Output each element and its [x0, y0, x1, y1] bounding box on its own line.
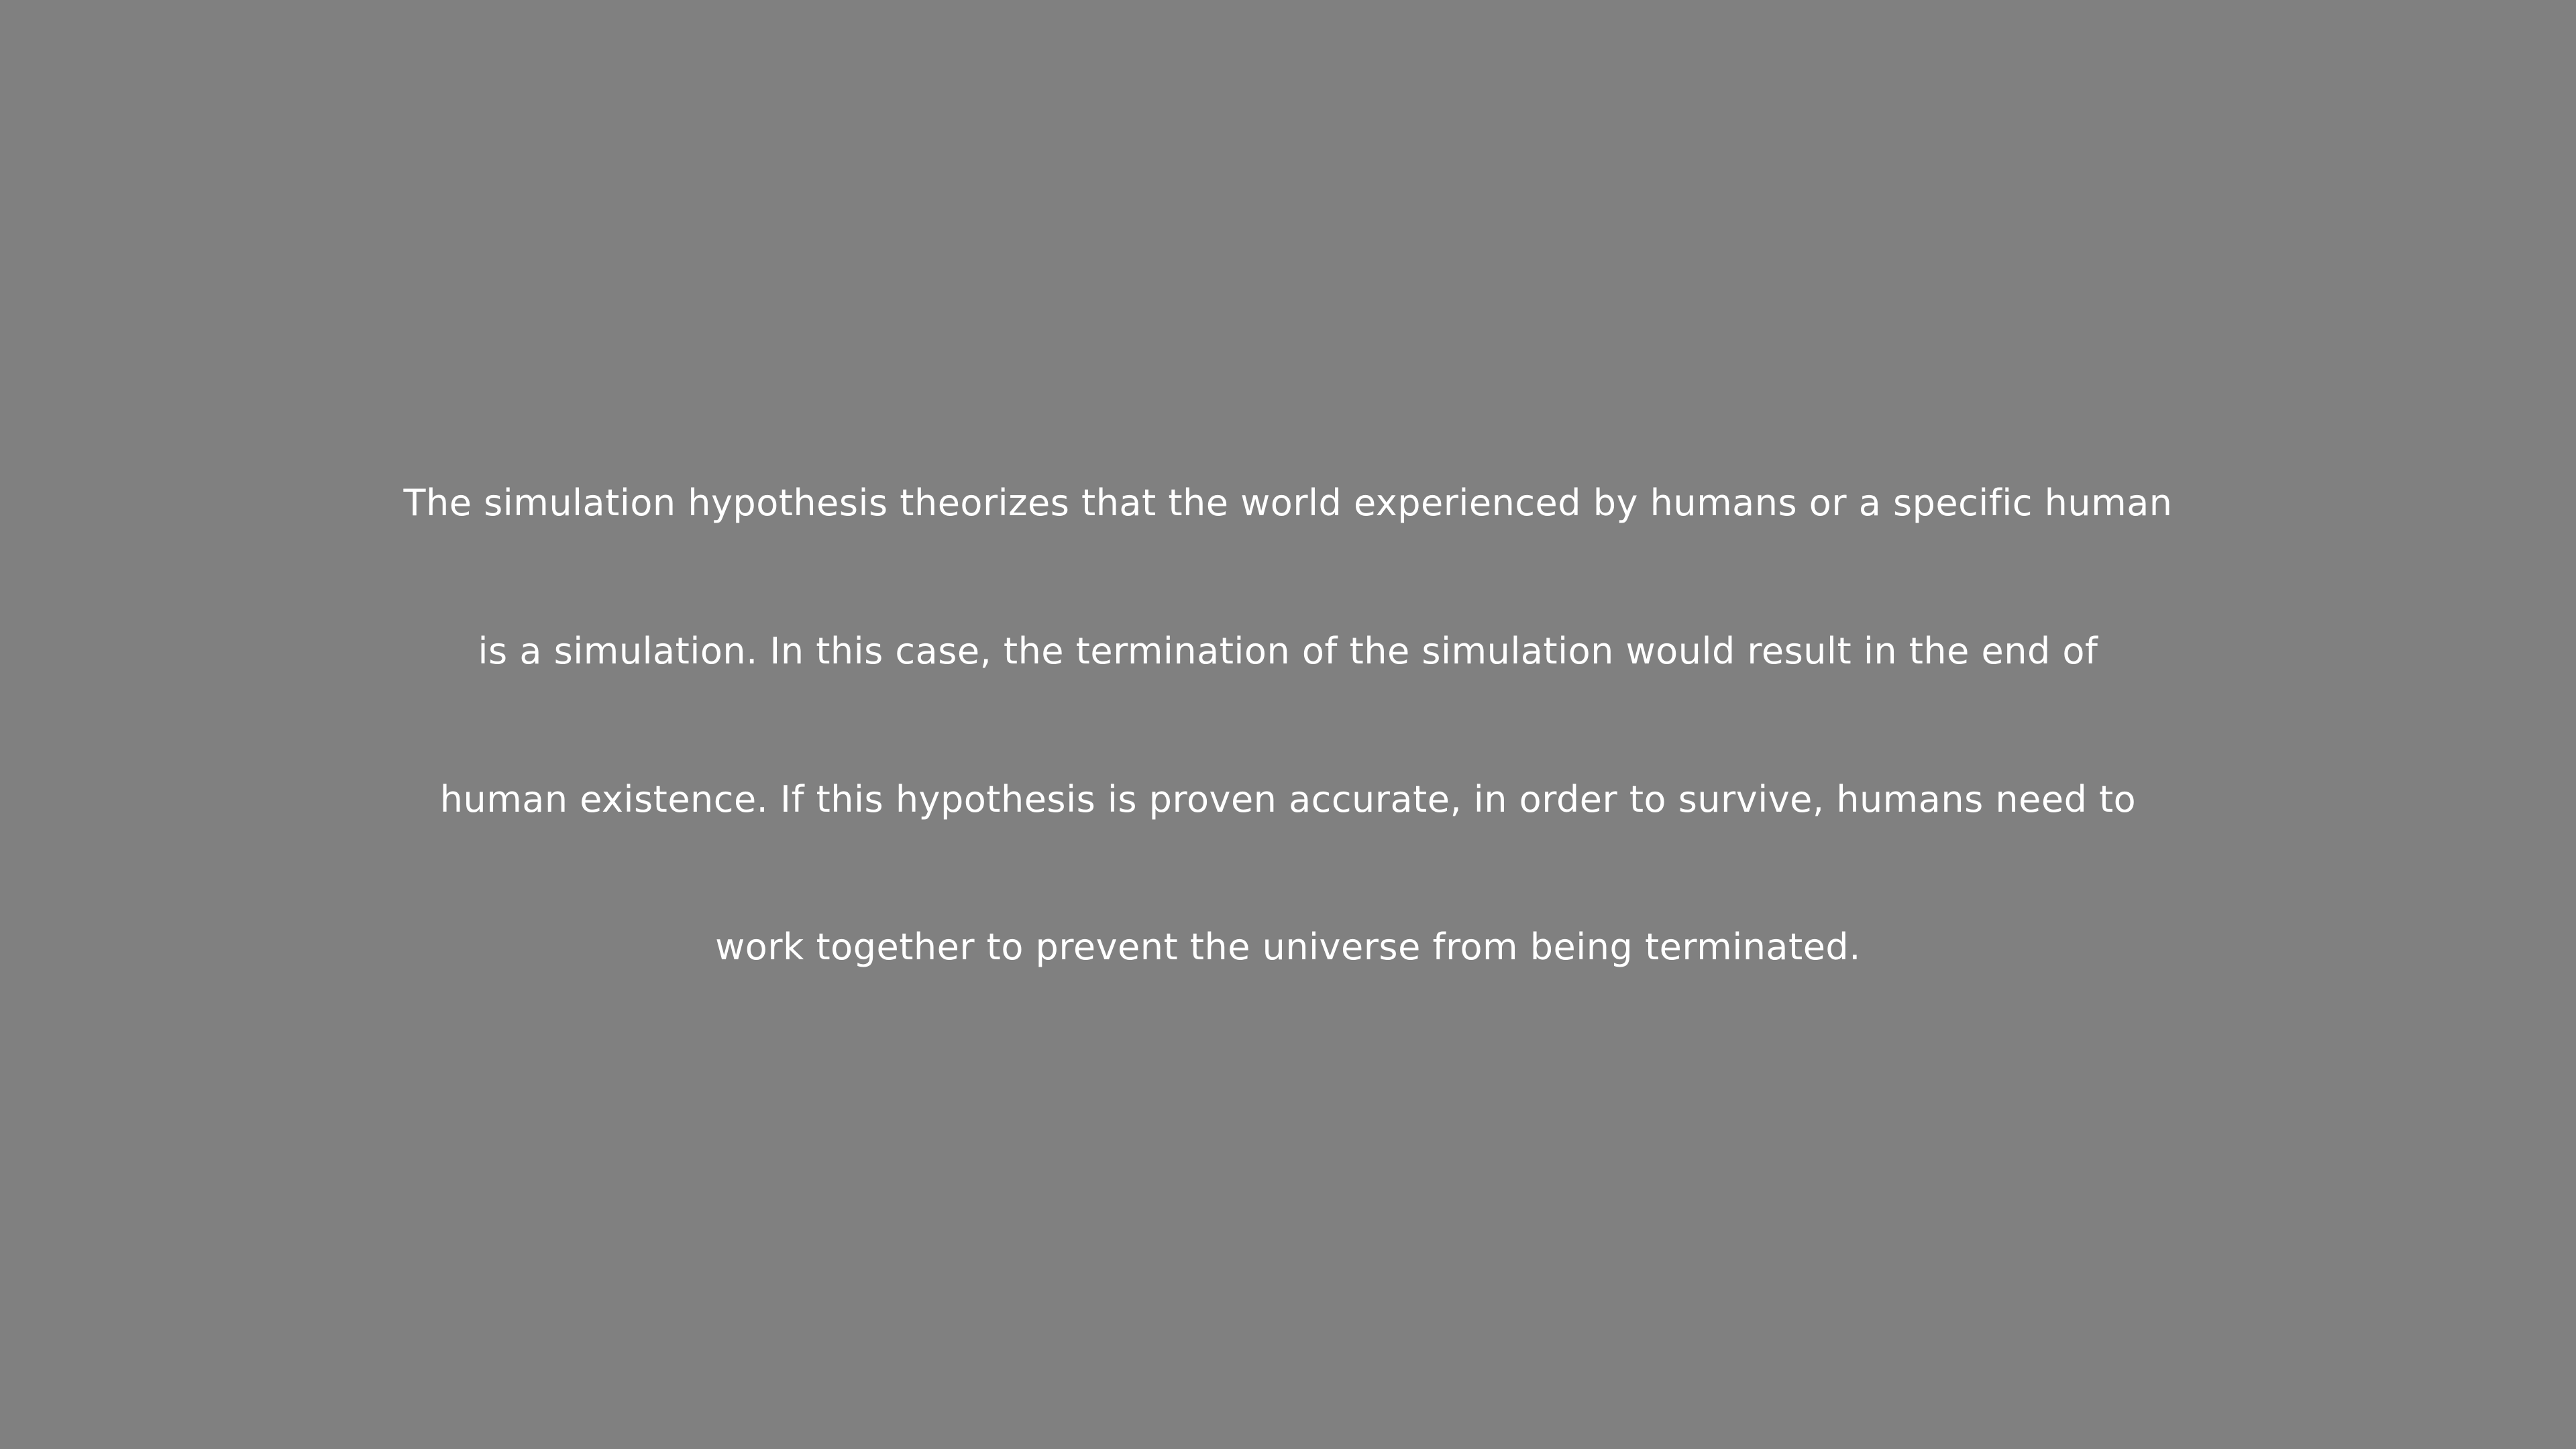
- message-line-2: is a simulation. In this case, the termi…: [478, 630, 2098, 672]
- message-line-3: human existence. If this hypothesis is p…: [439, 778, 2137, 820]
- text-screen: The simulation hypothesis theorizes that…: [0, 0, 2576, 1449]
- message-line-1: The simulation hypothesis theorizes that…: [403, 482, 2173, 524]
- message-line-4: work together to prevent the universe fr…: [715, 926, 1861, 968]
- centered-message: The simulation hypothesis theorizes that…: [0, 0, 2576, 1449]
